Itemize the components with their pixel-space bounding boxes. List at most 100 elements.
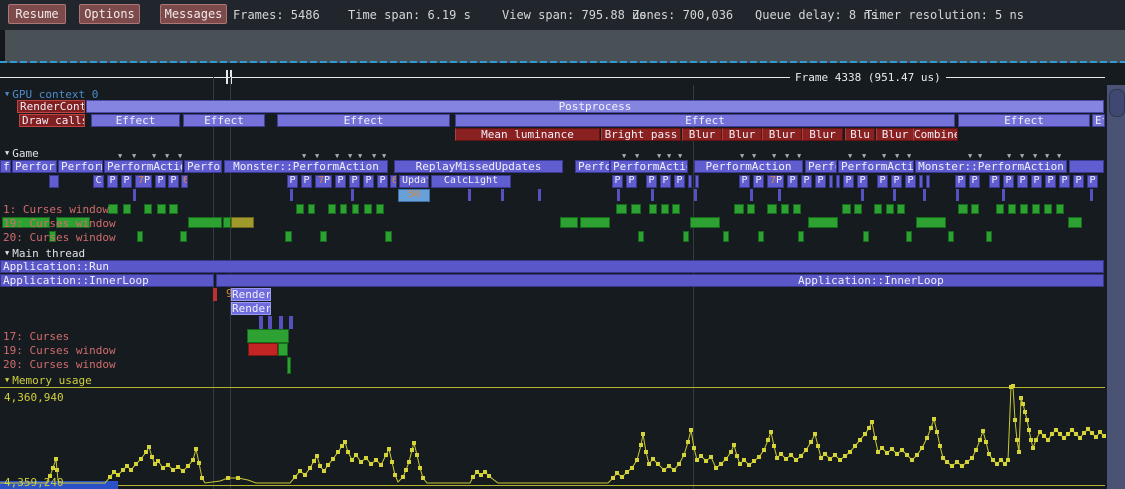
zone-box[interactable] (213, 288, 217, 301)
zone-renderconte[interactable]: RenderConte (17, 100, 85, 113)
zone-blur[interactable]: Blur (682, 128, 722, 141)
zone-box[interactable]: 6 (181, 175, 188, 188)
zone-box[interactable] (1002, 189, 1005, 201)
zone-box[interactable] (926, 175, 930, 188)
zone-p[interactable]: P (877, 175, 888, 188)
zone-postprocess[interactable]: Postprocess (86, 100, 1104, 113)
zone-p[interactable]: 7P (315, 175, 332, 188)
zone-p[interactable]: P (801, 175, 812, 188)
zone-p[interactable]: P (363, 175, 374, 188)
zone-p[interactable]: P (287, 175, 298, 188)
game-section-header[interactable]: ▼Game (5, 147, 39, 160)
zone-box[interactable] (538, 189, 541, 201)
zone-p[interactable]: P (787, 175, 798, 188)
zone-box[interactable] (651, 189, 654, 201)
zone-performactic[interactable]: PerformActic (838, 160, 914, 173)
zone-box[interactable] (617, 189, 620, 201)
zone-blur[interactable]: Blur (762, 128, 802, 141)
zone-replaymissedupdates[interactable]: ReplayMissedUpdates (394, 160, 563, 173)
zone-p[interactable]: P (1087, 175, 1098, 188)
zone-box[interactable] (279, 316, 283, 329)
zone-effect[interactable]: Effect (277, 114, 450, 127)
zone-p[interactable]: P (843, 175, 854, 188)
zone-box[interactable] (694, 189, 697, 201)
zone-p[interactable]: P (674, 175, 685, 188)
zone-perfc[interactable]: Perfc (805, 160, 837, 173)
zone-p[interactable]: P (905, 175, 916, 188)
zone-box[interactable] (750, 189, 753, 201)
zone-blur[interactable]: Blur (802, 128, 843, 141)
zone-p[interactable]: P (1073, 175, 1084, 188)
zone-application-innerloop[interactable]: Application::InnerLoop (0, 274, 214, 287)
zone-p[interactable]: P (335, 175, 346, 188)
zone-render[interactable]: Render (231, 302, 271, 315)
zone-blur[interactable]: Blur (722, 128, 762, 141)
zone-p[interactable]: P (815, 175, 826, 188)
zone-50[interactable]: 50 (398, 189, 430, 202)
zone-box[interactable] (351, 189, 354, 201)
zone-p[interactable]: P (1031, 175, 1042, 188)
zone-p[interactable]: P (1017, 175, 1028, 188)
zone-p[interactable]: P (301, 175, 312, 188)
zone-p[interactable]: P (1003, 175, 1014, 188)
zone-perform[interactable]: Perform (58, 160, 103, 173)
zone-box[interactable] (923, 189, 926, 201)
zone-bright-pass[interactable]: Bright pass (601, 128, 681, 141)
zone-box[interactable] (133, 189, 136, 201)
zone-effect[interactable]: Effect (455, 114, 955, 127)
zone-effect[interactable]: Effect (183, 114, 265, 127)
zone-p[interactable]: 7P (767, 175, 784, 188)
zone-p[interactable]: P (626, 175, 637, 188)
zone-performactio[interactable]: PerformActio (610, 160, 688, 173)
zone-p[interactable]: P (969, 175, 980, 188)
zone-update[interactable]: Update (399, 175, 429, 188)
zone-p[interactable]: P (989, 175, 1000, 188)
zone-effect[interactable]: Effect (958, 114, 1090, 127)
zone-p[interactable]: P (155, 175, 166, 188)
zone-box[interactable]: 6 (390, 175, 397, 188)
zone-box[interactable] (956, 189, 959, 201)
zone-effect[interactable]: Effect (91, 114, 180, 127)
zone-p[interactable]: P (121, 175, 132, 188)
zone-ef[interactable]: Ef (1092, 114, 1105, 127)
zone-p[interactable]: P (349, 175, 360, 188)
vertical-scrollbar-track[interactable] (1107, 85, 1125, 489)
zone-c[interactable]: C (93, 175, 104, 188)
zone-performaction[interactable]: PerformAction (104, 160, 183, 173)
zone-box[interactable] (836, 175, 840, 188)
zone-box[interactable] (289, 316, 293, 329)
zone-draw-calls[interactable]: Draw calls (19, 114, 85, 127)
zone-p[interactable]: P (612, 175, 623, 188)
zone-blu[interactable]: Blu (845, 128, 875, 141)
zone-p[interactable]: P (739, 175, 750, 188)
zone-box[interactable] (49, 175, 59, 188)
zone-p[interactable]: P (377, 175, 388, 188)
zone-box[interactable] (268, 316, 272, 329)
zone-p[interactable]: P (660, 175, 671, 188)
zone-box[interactable] (919, 175, 923, 188)
zone-mean-luminance[interactable]: Mean luminance (455, 128, 600, 141)
zone-blur[interactable]: Blur (876, 128, 914, 141)
zone-p[interactable]: P (168, 175, 179, 188)
zone-p[interactable]: P (107, 175, 118, 188)
vertical-scrollbar-thumb[interactable] (1109, 89, 1125, 117)
zone-box[interactable] (259, 316, 263, 329)
zone-monster-performaction[interactable]: Monster::PerformAction (224, 160, 388, 173)
gpu-context-header[interactable]: ▼GPU context 0 (5, 88, 98, 101)
zone-performaction[interactable]: PerformAction (694, 160, 803, 173)
zone-box[interactable] (861, 189, 864, 201)
zone-box[interactable] (290, 189, 293, 201)
zone-calclight[interactable]: CalcLight (431, 175, 511, 188)
zone-p[interactable]: P (646, 175, 657, 188)
zone-perforr[interactable]: Perforr (12, 160, 57, 173)
zone-perfo[interactable]: Perfo (184, 160, 222, 173)
zone-box[interactable] (1069, 160, 1104, 173)
zone-p[interactable]: P (891, 175, 902, 188)
zone-application-run[interactable]: Application::Run (0, 260, 1104, 273)
zone-p[interactable]: P (857, 175, 868, 188)
zone-box[interactable] (501, 189, 504, 201)
zone-box[interactable] (829, 175, 833, 188)
zone-monster-performaction[interactable]: Monster::PerformAction (915, 160, 1067, 173)
zone-perfc[interactable]: Perfc (575, 160, 610, 173)
zone-box[interactable] (695, 175, 699, 188)
